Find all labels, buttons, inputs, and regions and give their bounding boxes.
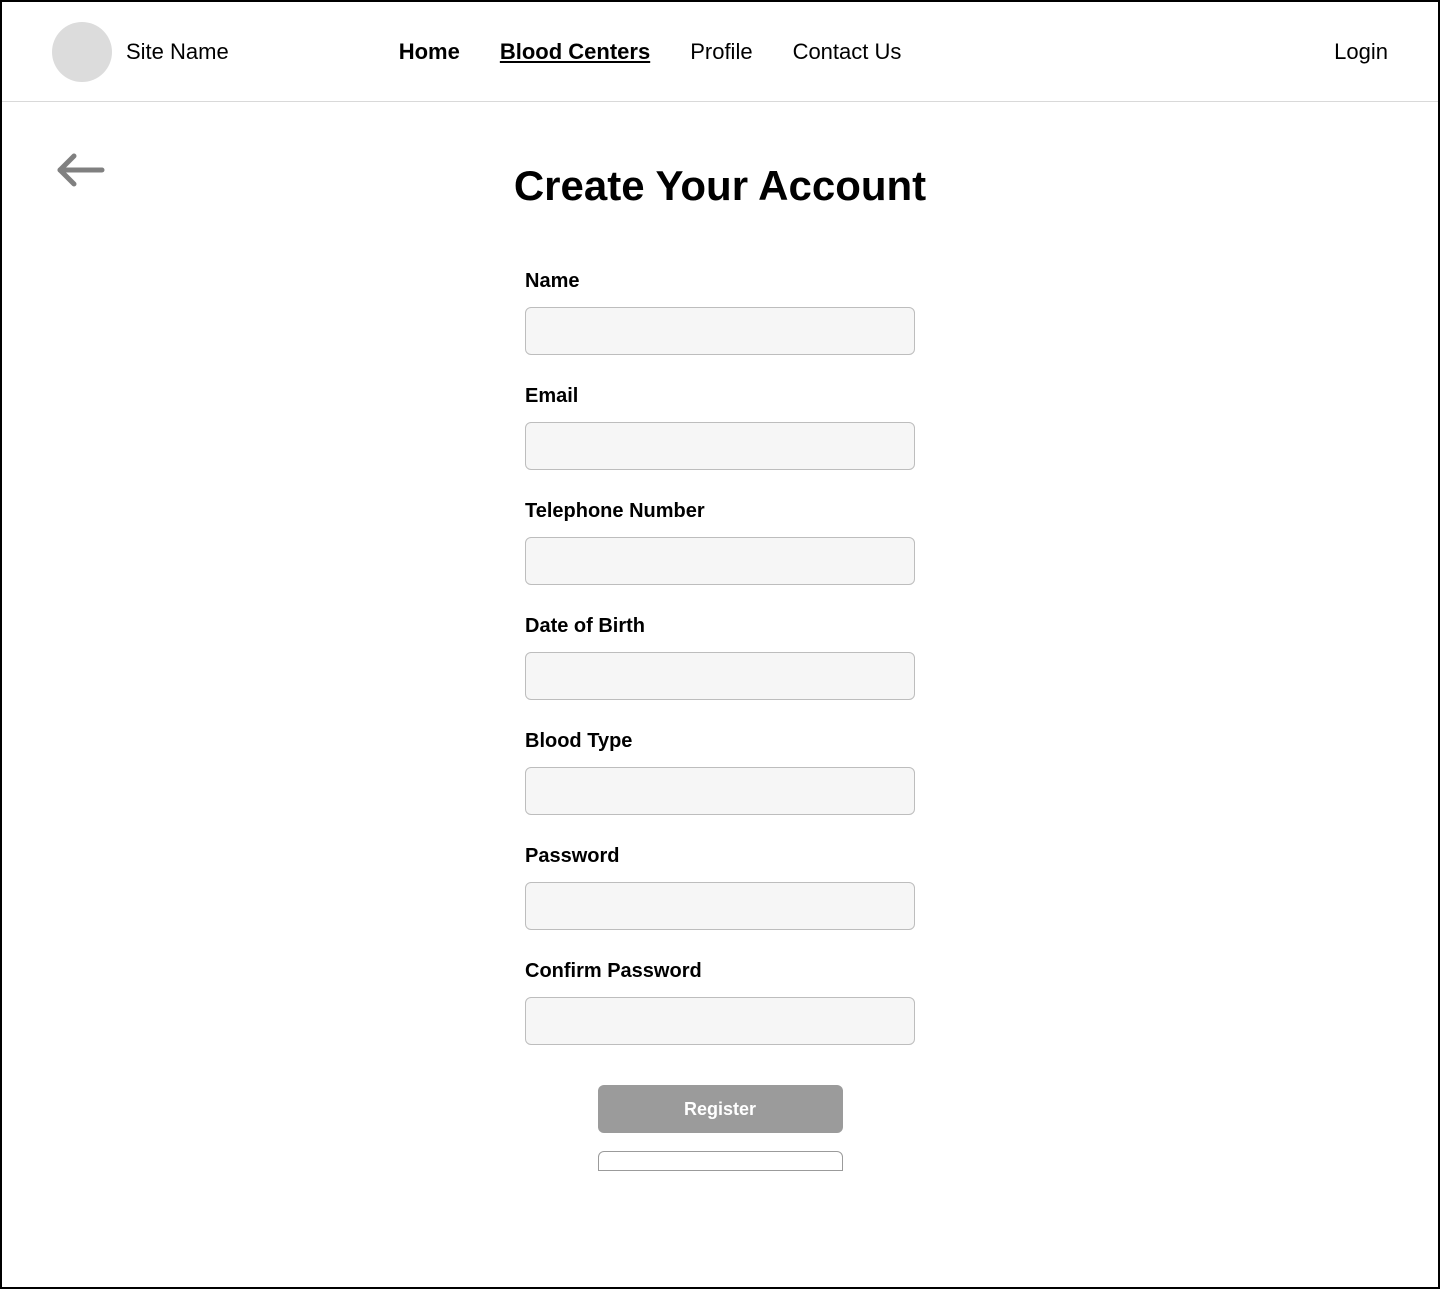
dob-input[interactable] [525,652,915,700]
field-telephone: Telephone Number [525,500,915,585]
arrow-left-icon [54,152,106,188]
field-name: Name [525,270,915,355]
site-name: Site Name [126,39,229,65]
dob-label: Date of Birth [525,615,915,638]
password-input[interactable] [525,882,915,930]
blood-type-label: Blood Type [525,730,915,753]
secondary-box[interactable] [598,1151,843,1171]
email-label: Email [525,385,915,408]
name-input[interactable] [525,307,915,355]
confirm-password-label: Confirm Password [525,960,915,983]
login-link[interactable]: Login [1334,39,1388,65]
page-title: Create Your Account [514,162,926,210]
field-password: Password [525,845,915,930]
nav-blood-centers[interactable]: Blood Centers [500,39,650,65]
register-row: Register [525,1085,915,1133]
secondary-row [525,1151,915,1171]
field-confirm-password: Confirm Password [525,960,915,1045]
blood-type-input[interactable] [525,767,915,815]
register-button[interactable]: Register [598,1085,843,1133]
nav-home[interactable]: Home [399,39,460,65]
field-dob: Date of Birth [525,615,915,700]
header: Site Name Home Blood Centers Profile Con… [2,2,1438,102]
field-blood-type: Blood Type [525,730,915,815]
main-content: Create Your Account Name Email Telephone… [2,102,1438,1171]
field-email: Email [525,385,915,470]
telephone-label: Telephone Number [525,500,915,523]
name-label: Name [525,270,915,293]
main-nav: Home Blood Centers Profile Contact Us [399,39,902,65]
site-logo [52,22,112,82]
telephone-input[interactable] [525,537,915,585]
confirm-password-input[interactable] [525,997,915,1045]
nav-profile[interactable]: Profile [690,39,752,65]
back-button[interactable] [54,152,106,193]
email-input[interactable] [525,422,915,470]
password-label: Password [525,845,915,868]
register-form: Name Email Telephone Number Date of Birt… [525,270,915,1171]
nav-contact-us[interactable]: Contact Us [793,39,902,65]
